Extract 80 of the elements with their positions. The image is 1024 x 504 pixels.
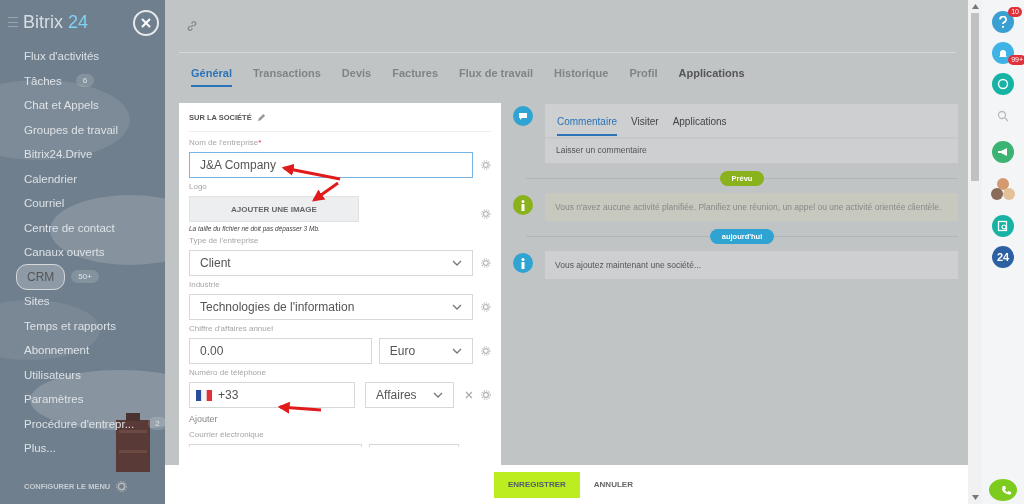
settings-icon[interactable] <box>481 258 491 268</box>
select-field[interactable]: Client <box>189 250 474 276</box>
menu-item[interactable]: Sites <box>16 293 58 310</box>
pencil-icon[interactable] <box>256 112 266 122</box>
add-link[interactable]: Ajouter <box>189 414 218 424</box>
field-label: Courrier électronique <box>189 430 264 439</box>
menu-item[interactable]: CRM <box>16 263 66 290</box>
menu-item[interactable]: Tâches <box>16 72 70 89</box>
flag-icon <box>196 389 212 401</box>
counter-badge: 6 <box>75 74 95 88</box>
tab[interactable]: Visiter <box>631 107 659 136</box>
annotation-arrow <box>277 401 322 414</box>
menu-item[interactable]: Utilisateurs <box>16 366 89 383</box>
settings-icon[interactable] <box>481 390 491 400</box>
menu-item[interactable]: Centre de contact <box>16 219 123 236</box>
close-icon <box>140 17 152 29</box>
info-icon <box>513 195 533 215</box>
megaphone-icon[interactable] <box>992 141 1014 163</box>
logo: Bitrix 24 <box>23 11 90 33</box>
chevron-icon <box>433 392 444 398</box>
chat-icon[interactable] <box>992 73 1014 95</box>
menu-item[interactable]: Temps et rapports <box>16 317 125 334</box>
menu-icon[interactable] <box>8 17 18 27</box>
email-field[interactable] <box>189 444 362 447</box>
menu-item[interactable]: Paramètres <box>16 391 92 408</box>
save-button[interactable]: ENREGISTRER <box>494 471 580 498</box>
search-icon[interactable] <box>997 110 1009 122</box>
cancel-button[interactable]: ANNULER <box>587 479 639 490</box>
field-label: Type de l'entreprise <box>189 236 259 245</box>
comment-icon <box>513 106 533 126</box>
menu-item[interactable]: Calendrier <box>16 170 86 187</box>
email-type-select[interactable] <box>369 444 459 447</box>
phone-type-select[interactable]: Affaires <box>365 382 455 408</box>
company-name-field[interactable]: J&A Company <box>189 152 474 178</box>
tab[interactable]: Applications <box>678 67 745 85</box>
revenue-field[interactable]: 0.00 <box>189 338 372 364</box>
app-button[interactable]: 24 <box>992 246 1014 268</box>
users-icon[interactable] <box>990 176 1016 202</box>
settings-icon[interactable] <box>116 481 128 492</box>
menu-item[interactable]: Chat et Appels <box>16 97 107 114</box>
menu-item[interactable]: Flux d'activités <box>16 48 108 65</box>
menu-item[interactable]: Groupes de travail <box>16 121 126 138</box>
menu-item[interactable]: Courriel <box>16 195 73 212</box>
tab[interactable]: Général <box>191 67 232 87</box>
field-label: Industrie <box>189 280 220 289</box>
field-label: Chiffre d'affaires annuel <box>189 324 273 333</box>
select-field[interactable]: Technologies de l'information <box>189 294 474 320</box>
settings-icon[interactable] <box>481 209 491 219</box>
phone-icon[interactable] <box>989 479 1017 501</box>
tab[interactable]: Commentaire <box>557 107 618 136</box>
settings-icon[interactable] <box>481 302 491 312</box>
phone-field[interactable]: +33 <box>189 382 356 408</box>
remove-icon[interactable] <box>465 391 474 399</box>
settings-icon[interactable] <box>481 160 491 170</box>
chevron-icon <box>452 304 463 310</box>
settings-icon[interactable] <box>481 346 491 356</box>
scrollbar-thumb[interactable] <box>971 13 979 181</box>
help-icon[interactable] <box>992 11 1014 33</box>
close-button[interactable] <box>133 10 159 36</box>
chevron-icon <box>452 260 463 266</box>
field-label: Nom de l'entreprise* <box>189 138 262 147</box>
link-icon[interactable] <box>186 20 198 32</box>
menu-item[interactable]: Canaux ouverts <box>16 244 113 261</box>
comment-field[interactable]: Laisser un commentaire <box>556 145 647 155</box>
field-label: Numéro de téléphone <box>189 368 266 377</box>
document-search-icon[interactable] <box>992 215 1014 237</box>
counter-badge: 2 <box>148 417 165 431</box>
menu-item[interactable]: Bitrix24.Drive <box>16 146 101 163</box>
info-icon <box>513 253 533 274</box>
chevron-icon <box>452 348 463 354</box>
currency-select[interactable]: Euro <box>378 338 474 364</box>
menu-item[interactable]: Plus... <box>16 440 64 457</box>
scroll-down-icon[interactable] <box>971 495 979 500</box>
menu-item[interactable]: Abonnement <box>16 342 98 359</box>
counter-badge: 50+ <box>71 270 99 284</box>
activity-text: Vous ajoutez maintenant une société... <box>554 259 702 273</box>
scroll-up-icon[interactable] <box>971 4 979 9</box>
field-label: Logo <box>189 182 207 191</box>
add-image-button[interactable]: AJOUTER UNE IMAGE <box>189 196 359 222</box>
tab[interactable]: Applications <box>672 107 727 136</box>
